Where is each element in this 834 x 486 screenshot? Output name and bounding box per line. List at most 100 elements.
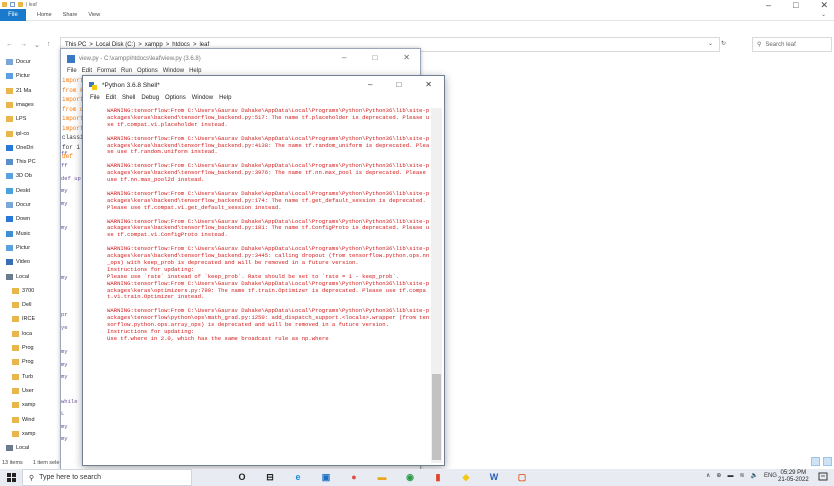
network-icon[interactable]: ⊕ — [716, 472, 721, 479]
breadcrumb-separator[interactable]: > — [193, 42, 197, 48]
python-idle-icon — [89, 81, 97, 90]
sidebar-item[interactable]: xamp — [12, 429, 35, 439]
sidebar-item[interactable]: User — [12, 386, 34, 396]
gutter-text: my — [61, 435, 68, 443]
shell-menu-item[interactable]: Window — [192, 95, 213, 105]
search-placeholder: Search leaf — [765, 41, 796, 48]
forward-arrow-icon[interactable]: → — [20, 41, 27, 49]
sidebar-item[interactable]: 3700 — [12, 286, 34, 296]
sidebar-item[interactable]: Turb — [12, 372, 33, 382]
sidebar-item[interactable]: xamp — [12, 400, 35, 410]
breadcrumb-separator[interactable]: > — [166, 42, 170, 48]
sidebar-item-label: xamp — [22, 402, 36, 409]
clock[interactable]: 05:29 PM 21-05-2022 — [778, 470, 809, 484]
editor-menu-item[interactable]: File — [67, 68, 77, 77]
office-icon[interactable]: ▮ — [432, 471, 444, 483]
python-idle-taskbar-icon[interactable]: ◆ — [460, 471, 472, 483]
sidebar-item[interactable]: 21 Ma — [6, 86, 31, 96]
sidebar-item[interactable]: images — [6, 100, 34, 110]
recent-chevron-icon[interactable]: ⌄ — [34, 41, 40, 49]
shell-minimize-button[interactable]: – — [368, 80, 372, 89]
sidebar-item[interactable]: Music — [6, 229, 30, 239]
up-arrow-icon[interactable]: ↑ — [47, 41, 51, 49]
shell-menu-item[interactable]: Edit — [106, 95, 116, 105]
battery-icon[interactable]: ▬ — [727, 473, 733, 479]
volume-icon[interactable]: 🔈 — [750, 472, 757, 479]
chevron-up-icon[interactable]: ∧ — [706, 472, 710, 479]
sidebar-item[interactable]: 3D Ob — [6, 171, 32, 181]
breadcrumb-separator[interactable]: > — [138, 42, 142, 48]
notification-icon[interactable] — [818, 472, 828, 482]
sidebar-item[interactable]: IRCE — [12, 314, 35, 324]
wifi-icon[interactable]: ≋ — [739, 472, 744, 479]
sidebar-item[interactable]: Local — [6, 272, 29, 282]
sidebar-item-label: IRCE — [22, 316, 36, 323]
back-arrow-icon[interactable]: ← — [6, 41, 13, 49]
task-view-icon[interactable]: ⊟ — [264, 471, 276, 483]
shell-output-area[interactable]: WARNING:tensorflow:From C:\Users\Gaurav … — [83, 108, 432, 463]
chevron-down-icon[interactable]: ⌄ — [821, 11, 826, 18]
details-view-button[interactable] — [811, 457, 820, 466]
breadcrumb-segment[interactable]: This PC — [65, 42, 86, 48]
shell-close-button[interactable]: ✕ — [425, 80, 432, 89]
sidebar-item[interactable]: OneDri — [6, 143, 33, 153]
sidebar-item[interactable]: Down — [6, 214, 30, 224]
app-icon[interactable]: ▢ — [516, 471, 528, 483]
sidebar-item[interactable]: Wind — [12, 415, 35, 425]
word-icon[interactable]: W — [488, 471, 500, 483]
shell-menu-item[interactable]: Options — [165, 95, 186, 105]
sidebar-item[interactable]: Prog — [12, 357, 34, 367]
sidebar-item[interactable]: Pictur — [6, 243, 30, 253]
file-explorer-icon[interactable]: ▬ — [376, 471, 388, 483]
checkbox-icon[interactable] — [10, 2, 15, 7]
shell-menu-item[interactable]: Debug — [141, 95, 159, 105]
editor-minimize-button[interactable]: – — [342, 53, 346, 62]
tab-share[interactable]: Share — [63, 12, 78, 18]
folder-small-icon[interactable] — [18, 2, 23, 7]
sidebar-item[interactable]: Local — [6, 443, 29, 453]
sidebar-item[interactable]: loca — [12, 329, 32, 339]
sidebar-item[interactable]: LPS — [6, 114, 26, 124]
store-icon[interactable]: ▣ — [320, 471, 332, 483]
taskbar-search-input[interactable]: ⚲ Type here to search — [22, 469, 192, 486]
sidebar-item[interactable]: Docur — [6, 57, 31, 67]
edge-icon[interactable]: e — [292, 471, 304, 483]
code-line: import — [62, 96, 84, 103]
large-icons-view-button[interactable] — [823, 457, 832, 466]
breadcrumb-segment[interactable]: htdocs — [172, 42, 190, 48]
tab-view[interactable]: View — [88, 12, 100, 18]
sidebar-item[interactable]: Prog — [12, 343, 34, 353]
sidebar-item[interactable]: Video — [6, 257, 30, 267]
paint-icon[interactable]: ● — [348, 471, 360, 483]
cortana-icon[interactable]: O — [236, 471, 248, 483]
tab-home[interactable]: Home — [37, 12, 52, 18]
sidebar-item[interactable]: Pictur — [6, 71, 30, 81]
shell-maximize-button[interactable]: □ — [396, 80, 401, 89]
refresh-icon[interactable]: ↻ — [721, 40, 726, 47]
search-input[interactable]: ⚲ Search leaf — [752, 37, 832, 52]
folder-icon — [6, 173, 13, 180]
breadcrumb-segment[interactable]: xampp — [145, 42, 163, 48]
sidebar-item[interactable]: This PC — [6, 157, 36, 167]
editor-close-button[interactable]: ✕ — [403, 53, 410, 62]
scrollbar-thumb[interactable] — [432, 374, 441, 460]
address-dropdown-icon[interactable]: ⌄ — [708, 40, 713, 47]
gutter-text: while — [61, 398, 78, 405]
sidebar-item[interactable]: Dell — [12, 300, 31, 310]
sidebar-item[interactable]: Docur — [6, 200, 31, 210]
folder-icon — [6, 101, 13, 108]
editor-maximize-button[interactable]: □ — [372, 53, 377, 62]
shell-menu-item[interactable]: Help — [219, 95, 231, 105]
start-button[interactable] — [0, 469, 22, 486]
breadcrumb-separator[interactable]: > — [89, 42, 93, 48]
sidebar-item[interactable]: Deskt — [6, 186, 30, 196]
shell-menu-item[interactable]: Shell — [122, 95, 135, 105]
shell-scrollbar[interactable] — [431, 108, 442, 463]
chrome-icon[interactable]: ◉ — [404, 471, 416, 483]
tab-file[interactable]: File — [0, 8, 26, 21]
breadcrumb-segment[interactable]: Local Disk (C:) — [96, 42, 135, 48]
shell-menu-item[interactable]: File — [90, 95, 100, 105]
language-indicator[interactable]: ENG — [764, 473, 777, 479]
breadcrumb-segment[interactable]: leaf — [199, 42, 209, 48]
sidebar-item[interactable]: ipl-co — [6, 129, 29, 139]
